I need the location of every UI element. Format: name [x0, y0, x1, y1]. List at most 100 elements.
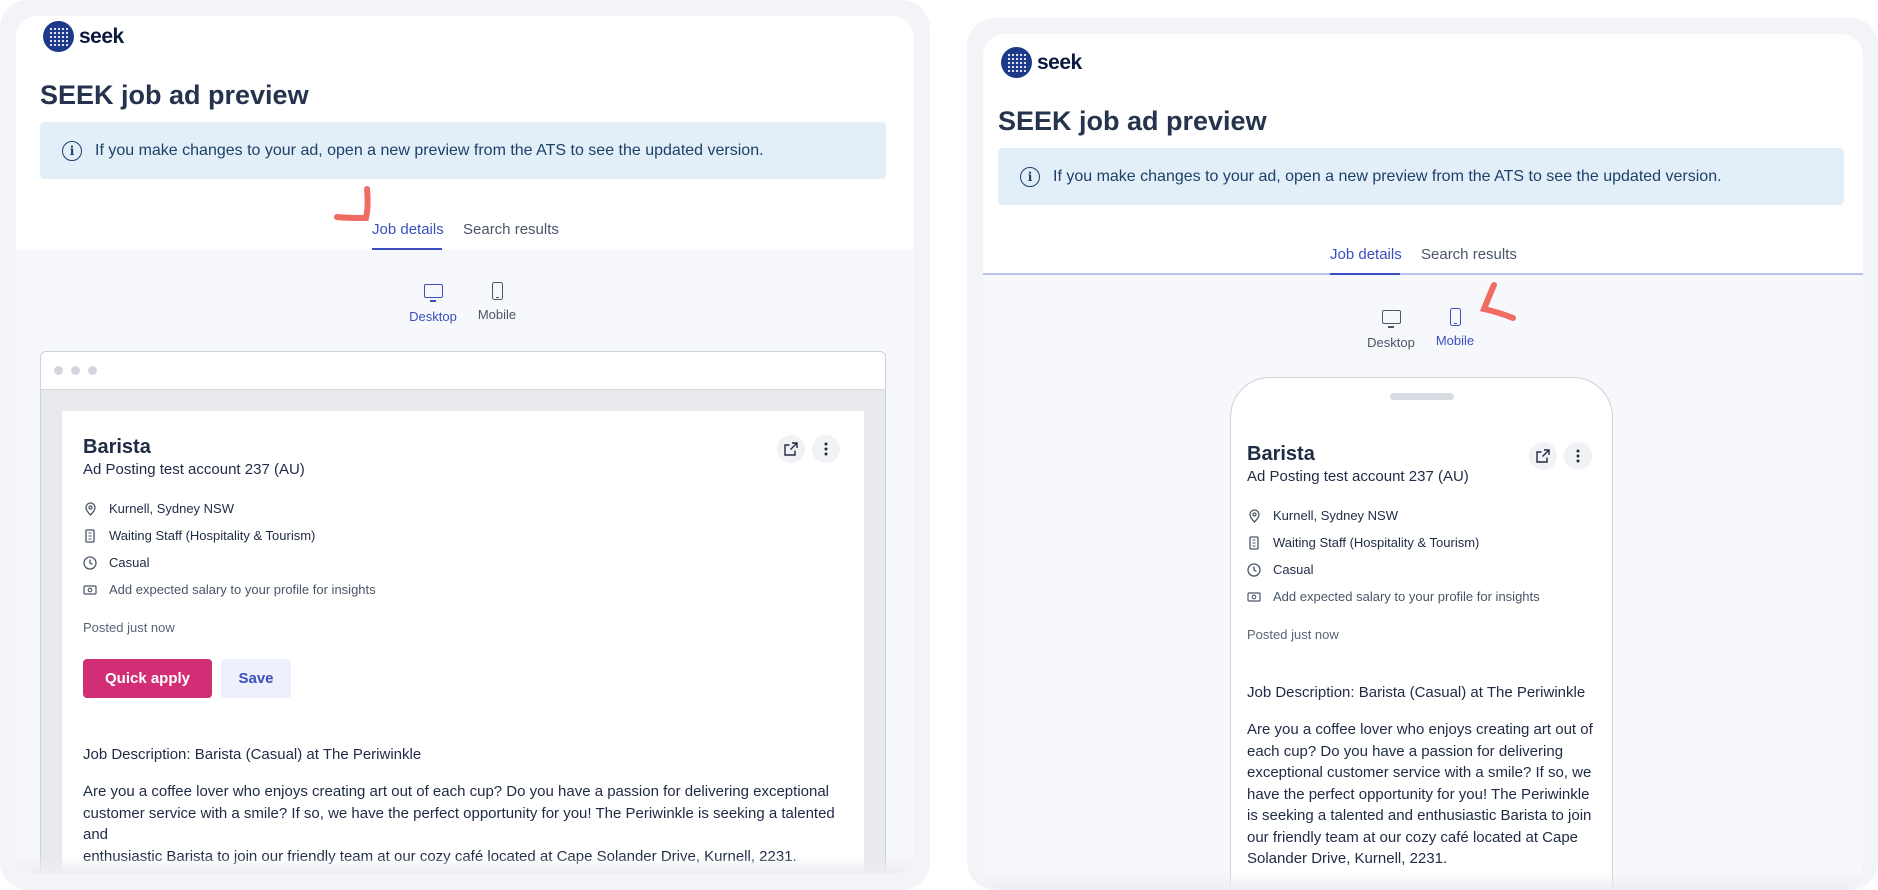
location-pin-icon	[1247, 508, 1261, 523]
location-pin-icon	[83, 501, 97, 516]
device-label-mobile: Mobile	[477, 307, 517, 322]
building-icon	[1247, 535, 1261, 550]
annotation-arrow-icon	[1479, 282, 1516, 321]
clock-icon	[1247, 562, 1261, 577]
more-options-button[interactable]	[1564, 442, 1592, 470]
money-icon	[83, 583, 97, 597]
tab-job-details[interactable]: Job details	[1330, 246, 1402, 263]
description-body: Are you a coffee lover who enjoys creati…	[83, 781, 853, 867]
device-toggle-mobile[interactable]: Mobile	[1425, 308, 1485, 348]
posted-time: Posted just now	[83, 620, 175, 635]
seek-logo[interactable]: seek	[1001, 47, 1082, 78]
more-vertical-icon	[824, 442, 828, 456]
device-toggle-mobile[interactable]: Mobile	[467, 282, 527, 322]
description-body: Are you a coffee lover who enjoys creati…	[1247, 719, 1602, 870]
desktop-icon	[1381, 310, 1401, 328]
description-line: is seeking a talented and enthusiastic B…	[1247, 807, 1592, 824]
description-line: exceptional customer service with a smil…	[1247, 764, 1592, 781]
window-dot	[54, 366, 63, 375]
posted-time: Posted just now	[1247, 627, 1339, 642]
mobile-icon	[1449, 308, 1461, 326]
description-heading: Job Description: Barista (Casual) at The…	[83, 746, 422, 763]
device-label-desktop: Desktop	[409, 309, 457, 324]
job-category[interactable]: Waiting Staff (Hospitality & Tourism)	[83, 528, 315, 543]
tab-job-details[interactable]: Job details	[372, 221, 444, 238]
job-work-type-text: Casual	[1273, 562, 1314, 577]
tab-search-results[interactable]: Search results	[1421, 246, 1517, 263]
device-label-mobile: Mobile	[1435, 333, 1475, 348]
window-dot	[88, 366, 97, 375]
description-line: have the perfect opportunity for you! Th…	[1247, 785, 1590, 803]
browser-toolbar	[41, 352, 885, 390]
info-icon: i	[62, 140, 82, 161]
seek-logo-icon	[43, 21, 74, 52]
info-banner-text: If you make changes to your ad, open a n…	[95, 141, 764, 159]
desktop-icon	[423, 284, 443, 302]
job-ad: Barista Ad Posting test account 237 (AU)…	[62, 411, 864, 874]
job-category-text: Waiting Staff (Hospitality & Tourism)	[109, 528, 316, 543]
quick-apply-button[interactable]: Quick apply	[83, 659, 212, 698]
tab-active-indicator	[372, 248, 442, 250]
external-link-icon	[784, 442, 798, 456]
more-options-button[interactable]	[812, 435, 840, 463]
mobile-icon	[491, 282, 503, 300]
device-toggle-desktop[interactable]: Desktop	[403, 282, 463, 324]
job-salary-hint-text: Add expected salary to your profile for …	[109, 582, 376, 597]
tab-active-indicator	[1330, 273, 1400, 275]
description-line: each cup? Do you have a passion for deli…	[1247, 742, 1564, 760]
clock-icon	[83, 555, 97, 570]
window-dot	[71, 366, 80, 375]
job-location-text: Kurnell, Sydney NSW	[1273, 508, 1398, 523]
job-work-type: Casual	[83, 555, 149, 570]
save-button[interactable]: Save	[221, 659, 291, 698]
annotation-arrow-icon	[334, 186, 371, 222]
page-title: SEEK job ad preview	[40, 80, 309, 110]
info-banner: i If you make changes to your ad, open a…	[40, 122, 886, 179]
phone-frame: Barista Ad Posting test account 237 (AU)…	[1230, 377, 1613, 890]
device-toggle-desktop[interactable]: Desktop	[1361, 308, 1421, 350]
job-location-text: Kurnell, Sydney NSW	[109, 501, 234, 516]
preview-header: seek SEEK job ad preview i If you make c…	[983, 34, 1863, 275]
external-link-icon	[1536, 449, 1550, 463]
seek-logo-icon	[1001, 47, 1032, 78]
tab-search-results[interactable]: Search results	[463, 221, 559, 238]
building-icon	[83, 528, 97, 543]
job-category[interactable]: Waiting Staff (Hospitality & Tourism)	[1247, 535, 1479, 550]
preview-window: seek SEEK job ad preview i If you make c…	[16, 16, 914, 874]
preview-header: seek SEEK job ad preview i If you make c…	[16, 16, 914, 250]
description-heading: Job Description: Barista (Casual) at The…	[1247, 684, 1586, 701]
phone-notch	[1389, 393, 1454, 400]
description-line: Are you a coffee lover who enjoys creati…	[1247, 721, 1593, 738]
seek-logo[interactable]: seek	[43, 21, 124, 52]
description-line: Solander Drive, Kurnell, 2231.	[1247, 850, 1448, 867]
scroll-fade	[983, 872, 1863, 890]
more-vertical-icon	[1576, 449, 1580, 463]
company-name[interactable]: Ad Posting test account 237 (AU)	[1247, 468, 1469, 485]
money-icon	[1247, 590, 1261, 604]
scroll-fade	[16, 856, 914, 874]
page-title: SEEK job ad preview	[998, 106, 1267, 136]
job-location[interactable]: Kurnell, Sydney NSW	[83, 501, 234, 516]
browser-frame: Barista Ad Posting test account 237 (AU)…	[40, 351, 886, 874]
info-banner-text: If you make changes to your ad, open a n…	[1053, 167, 1722, 185]
job-salary-hint-text: Add expected salary to your profile for …	[1273, 589, 1540, 604]
info-icon: i	[1020, 166, 1040, 187]
job-work-type-text: Casual	[109, 555, 150, 570]
job-title[interactable]: Barista	[1247, 443, 1315, 466]
preview-window: seek SEEK job ad preview i If you make c…	[983, 34, 1863, 890]
description-line: customer service with a smile? If so, we…	[83, 804, 835, 844]
job-title[interactable]: Barista	[83, 436, 151, 459]
description-line: our friendly team at our cozy café locat…	[1247, 828, 1579, 846]
mobile-preview-panel: seek SEEK job ad preview i If you make c…	[967, 18, 1878, 890]
description-line: Are you a coffee lover who enjoys creati…	[83, 783, 830, 800]
desktop-preview-panel: seek SEEK job ad preview i If you make c…	[0, 0, 930, 890]
device-label-desktop: Desktop	[1367, 335, 1415, 350]
job-work-type: Casual	[1247, 562, 1313, 577]
share-button[interactable]	[1529, 442, 1557, 470]
job-location[interactable]: Kurnell, Sydney NSW	[1247, 508, 1398, 523]
share-button[interactable]	[777, 435, 805, 463]
company-name[interactable]: Ad Posting test account 237 (AU)	[83, 461, 305, 478]
job-salary-hint[interactable]: Add expected salary to your profile for …	[83, 582, 376, 597]
job-salary-hint[interactable]: Add expected salary to your profile for …	[1247, 589, 1540, 604]
info-banner: i If you make changes to your ad, open a…	[998, 148, 1844, 205]
